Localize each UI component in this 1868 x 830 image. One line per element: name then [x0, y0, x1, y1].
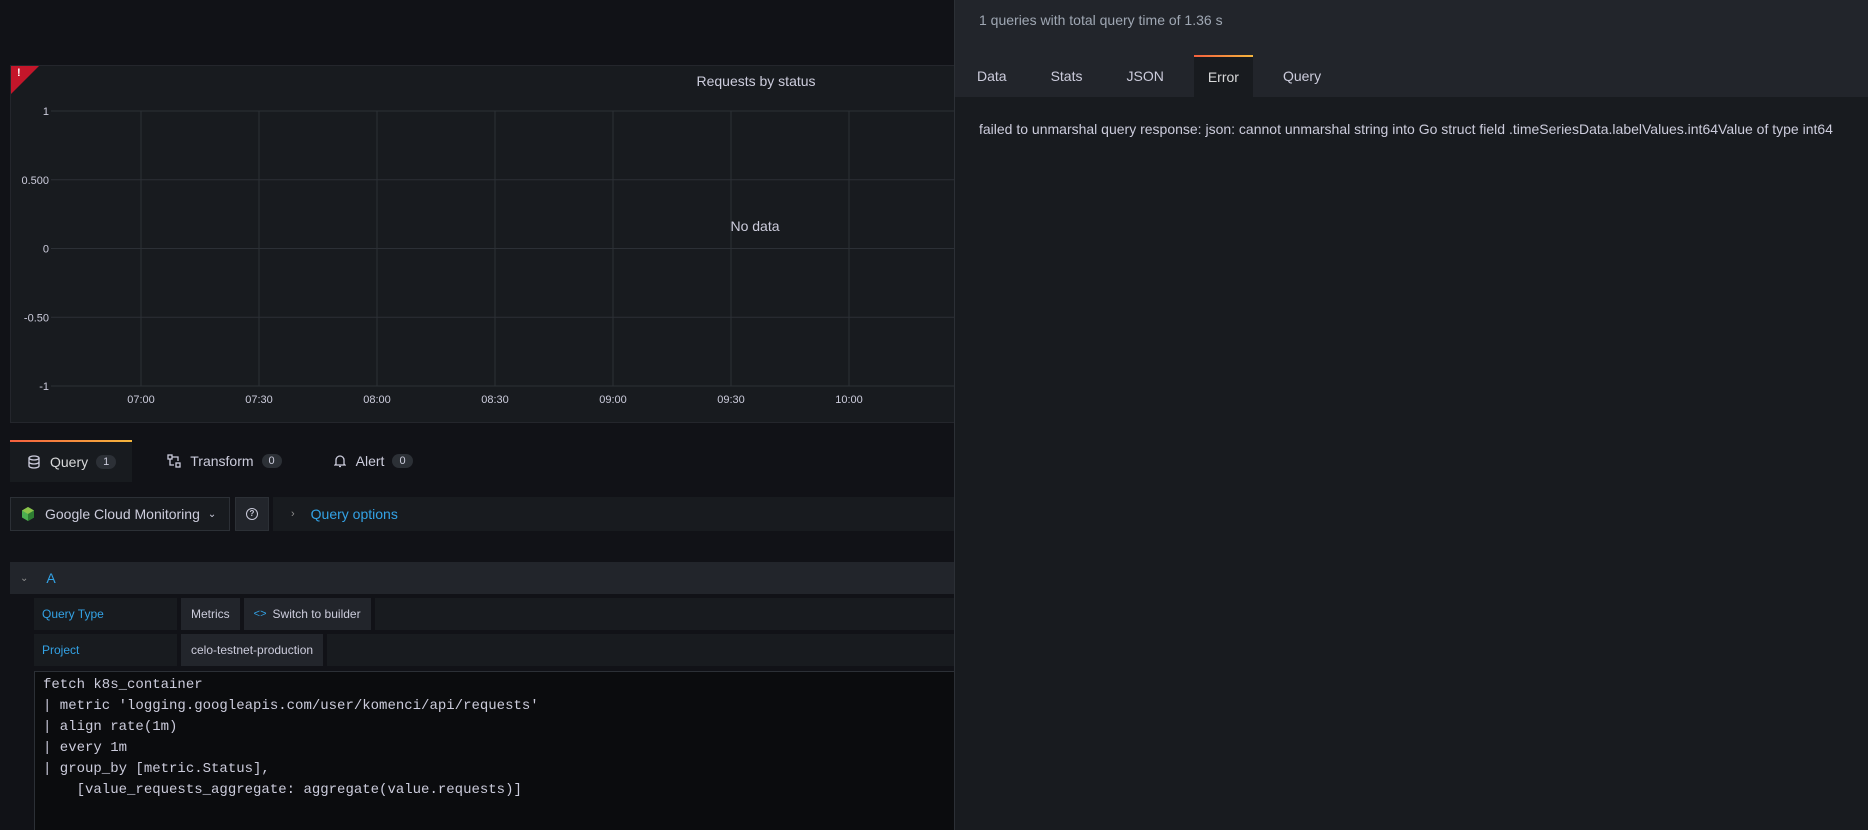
- transform-icon: [166, 453, 182, 469]
- y-tick-label: -1: [39, 381, 49, 393]
- query-tabs: Query 1 Transform 0 Alert 0: [10, 440, 447, 482]
- tab-alert[interactable]: Alert 0: [316, 440, 429, 482]
- drawer-header: 1 queries with total query time of 1.36 …: [955, 0, 1868, 97]
- no-data-label: No data: [730, 218, 779, 234]
- tab-alert-count: 0: [392, 454, 413, 468]
- google-cloud-logo-icon: [22, 507, 34, 521]
- tab-stats[interactable]: Stats: [1037, 55, 1097, 97]
- y-tick-label: -0.50: [24, 312, 49, 324]
- code-line: fetch k8s_container: [43, 677, 203, 693]
- chart: 1 0.500 0 -0.50 -1 07:00 07:30 08:00 08:30 09:00 0…: [21, 106, 954, 406]
- row-filler: [374, 598, 954, 630]
- code-icon: <>: [253, 608, 267, 620]
- query-row-header[interactable]: ⌄ A: [10, 562, 954, 594]
- x-tick-label: 07:30: [245, 394, 273, 406]
- panel-title[interactable]: Requests by status: [11, 73, 954, 89]
- tab-query-inspector[interactable]: Query: [1269, 55, 1335, 97]
- switch-to-builder-label: Switch to builder: [272, 607, 361, 621]
- query-toolbar: Google Cloud Monitoring ⌄ ? › Query opti…: [10, 497, 954, 531]
- tab-transform[interactable]: Transform 0: [150, 440, 297, 482]
- project-row: Project celo-testnet-production: [34, 634, 954, 666]
- tab-query-label: Query: [50, 454, 89, 470]
- project-label: Project: [34, 634, 177, 666]
- y-tick-label: 0.500: [21, 175, 49, 187]
- query-type-label: Query Type: [34, 598, 177, 630]
- datasource-picker[interactable]: Google Cloud Monitoring ⌄: [10, 497, 230, 531]
- drawer-body: failed to unmarshal query response: json…: [955, 97, 1868, 161]
- drawer-subtitle: 1 queries with total query time of 1.36 …: [979, 12, 1223, 28]
- y-tick-label: 1: [43, 106, 49, 118]
- help-button[interactable]: ?: [235, 497, 269, 531]
- database-icon: [26, 454, 42, 470]
- drawer-tabs: Data Stats JSON Error Query: [955, 55, 1351, 97]
- x-tick-label: 08:00: [363, 394, 391, 406]
- code-line: | group_by [metric.Status],: [43, 761, 270, 777]
- x-tick-label: 08:30: [481, 394, 509, 406]
- tab-json[interactable]: JSON: [1112, 55, 1177, 97]
- x-tick-label: 09:30: [717, 394, 745, 406]
- tab-query-count: 1: [96, 455, 117, 469]
- x-tick-label: 09:00: [599, 394, 627, 406]
- switch-to-builder-button[interactable]: <> Switch to builder: [243, 598, 371, 630]
- mql-code-editor[interactable]: fetch k8s_container | metric 'logging.goo…: [34, 671, 954, 830]
- x-tick-label: 10:00: [835, 394, 863, 406]
- chevron-right-icon: ›: [291, 508, 295, 520]
- tab-data[interactable]: Data: [963, 55, 1021, 97]
- panel: 1 0.500 0 -0.50 -1 07:00 07:30 08:00 08:30 09:00 0…: [10, 65, 954, 423]
- code-line: | metric 'logging.googleapis.com/user/ko…: [43, 698, 539, 714]
- question-icon: ?: [246, 508, 258, 520]
- chevron-down-icon[interactable]: ⌄: [20, 573, 28, 584]
- datasource-name: Google Cloud Monitoring: [45, 506, 200, 522]
- code-line: | align rate(1m): [43, 719, 178, 735]
- code-line: | every 1m: [43, 740, 128, 756]
- tab-transform-label: Transform: [190, 453, 254, 469]
- x-tick-label: 07:00: [127, 394, 155, 406]
- inspector-drawer: 1 queries with total query time of 1.36 …: [954, 0, 1868, 830]
- error-message: failed to unmarshal query response: json…: [979, 121, 1833, 137]
- row-filler: [327, 634, 954, 666]
- project-select[interactable]: celo-testnet-production: [181, 634, 324, 666]
- tab-error[interactable]: Error: [1193, 55, 1253, 97]
- code-line: [value_requests_aggregate: aggregate(val…: [43, 782, 522, 798]
- query-type-row: Query Type Metrics <> Switch to builder: [34, 598, 954, 630]
- chevron-down-icon: ⌄: [207, 508, 217, 520]
- y-tick-label: 0: [43, 244, 49, 256]
- query-editor-pane: 1 0.500 0 -0.50 -1 07:00 07:30 08:00 08:30 09:00 0…: [0, 0, 954, 830]
- query-options-label: Query options: [310, 506, 398, 522]
- query-type-select[interactable]: Metrics: [181, 598, 240, 630]
- tab-alert-label: Alert: [355, 453, 385, 469]
- bell-icon: [332, 453, 348, 469]
- query-row-name[interactable]: A: [46, 570, 55, 586]
- tab-transform-count: 0: [261, 454, 282, 468]
- tab-query[interactable]: Query 1: [10, 440, 133, 482]
- query-options-toggle[interactable]: › Query options: [273, 497, 954, 531]
